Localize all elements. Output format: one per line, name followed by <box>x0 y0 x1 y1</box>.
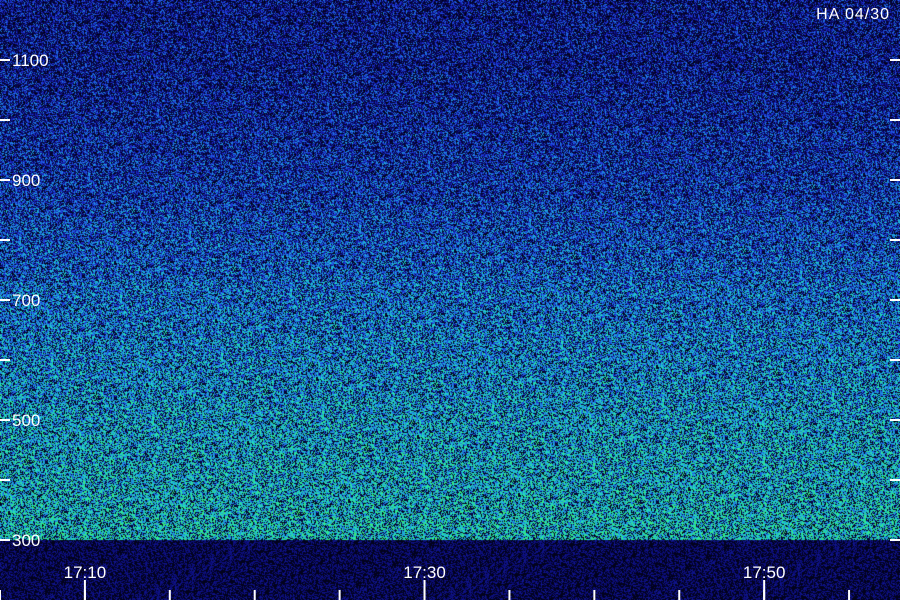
corner-label: HA 04/30 <box>816 6 890 23</box>
spectrogram-chart: 300 500 700 900 1100 17:10 17:30 17:50 <box>0 0 900 600</box>
x-tick-label: 17:30 <box>403 563 446 582</box>
y-tick-label: 1100 <box>12 51 49 70</box>
x-tick-label: 17:50 <box>743 563 786 582</box>
x-tick-label: 17:10 <box>64 563 107 582</box>
y-tick-label: 900 <box>12 171 40 190</box>
y-tick-label: 700 <box>12 291 40 310</box>
spectrogram-heatmap <box>0 0 900 600</box>
y-tick-label: 300 <box>12 531 40 550</box>
y-tick-label: 500 <box>12 411 40 430</box>
